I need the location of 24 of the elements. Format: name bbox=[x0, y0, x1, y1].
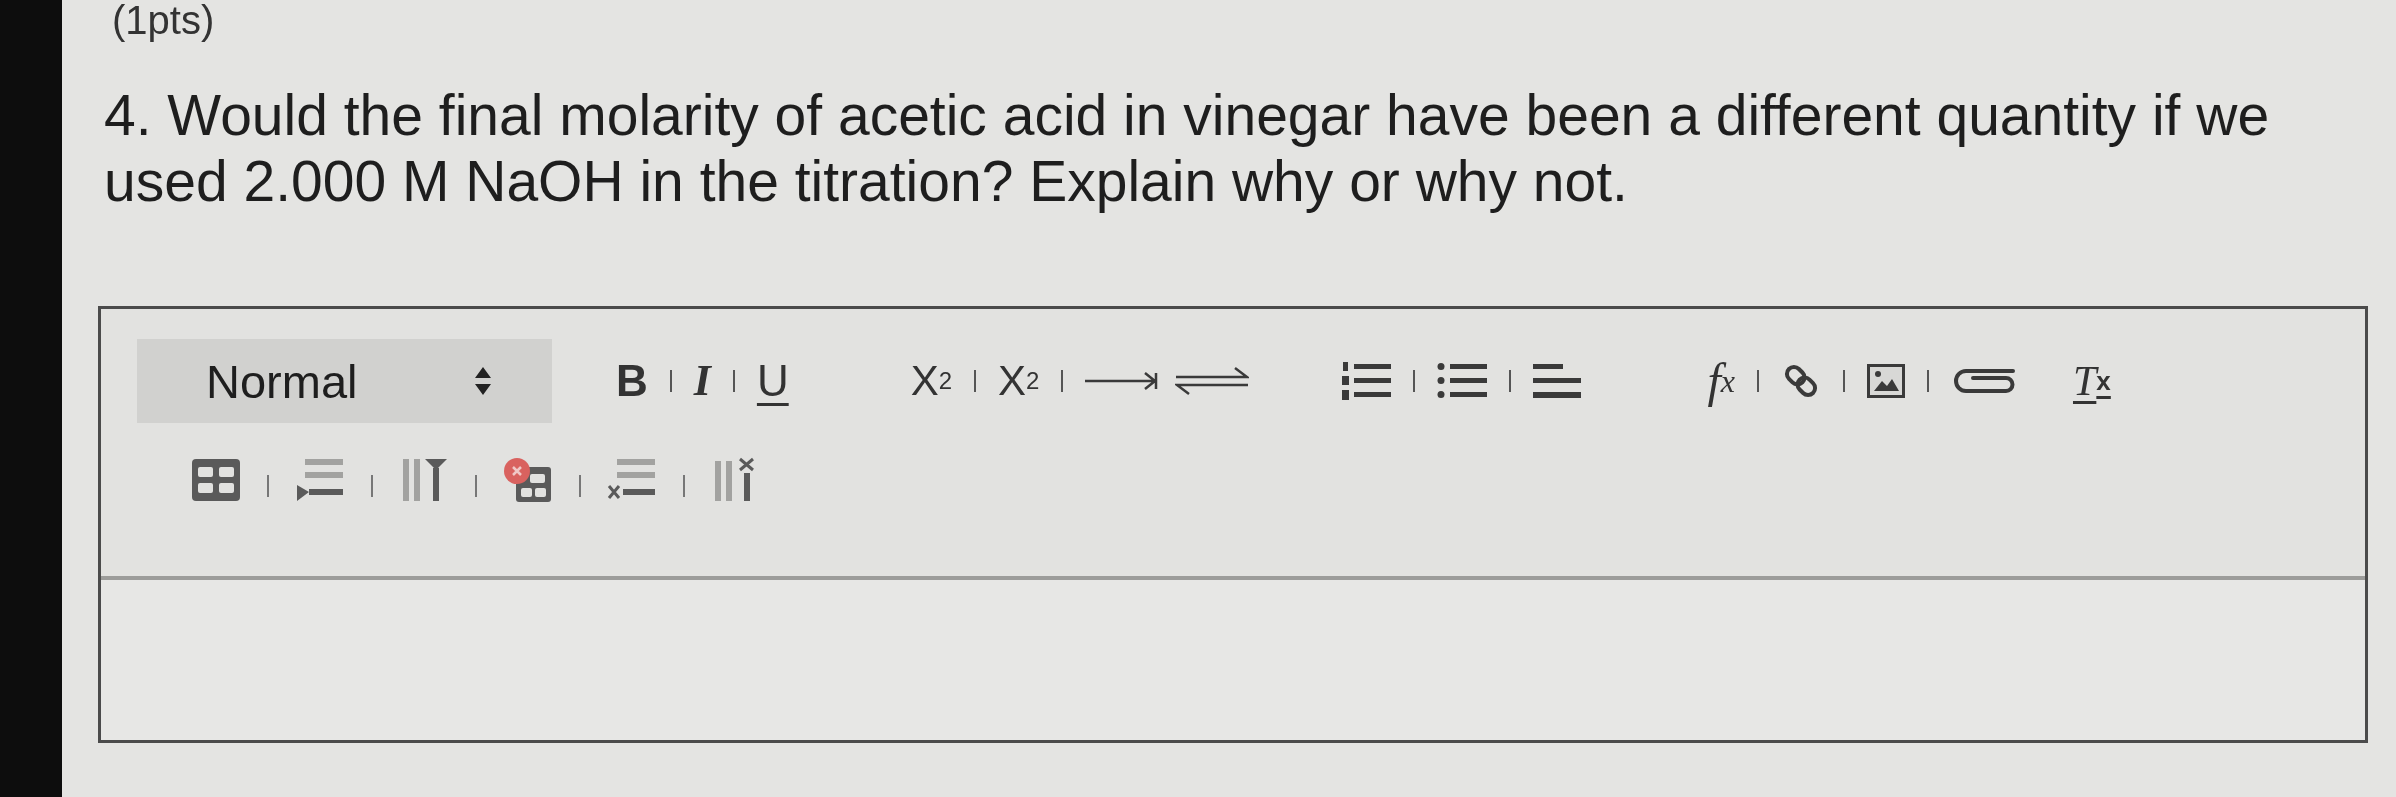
delete-table-icon bbox=[503, 457, 553, 503]
double-harpoon-icon bbox=[1175, 367, 1250, 395]
bold-button[interactable]: B bbox=[614, 359, 650, 403]
answer-field[interactable] bbox=[101, 580, 2365, 740]
image-button[interactable] bbox=[1865, 364, 1907, 398]
numbered-list-button[interactable] bbox=[1339, 361, 1394, 401]
superscript-button[interactable]: X$^{2}$ bbox=[996, 360, 1042, 402]
bullet-list-button[interactable] bbox=[1435, 361, 1490, 401]
arrow-to-bar-icon bbox=[1085, 370, 1160, 392]
image-icon bbox=[1867, 364, 1905, 398]
up-down-caret-icon bbox=[474, 367, 492, 395]
align-lines-icon bbox=[1533, 361, 1582, 401]
question-text: 4. Would the final molarity of acetic acid in vinegar have been a different quantity if we used 2.000 M NaOH in the titration? Explain why or why not. bbox=[104, 82, 2271, 214]
table-button[interactable] bbox=[189, 457, 243, 503]
equilibrium-button[interactable] bbox=[1173, 367, 1252, 395]
bullet-list-icon bbox=[1437, 361, 1488, 401]
points-label: (1pts) bbox=[112, 0, 215, 40]
underline-button[interactable]: U bbox=[754, 359, 791, 403]
insert-row-icon bbox=[295, 457, 345, 503]
align-button[interactable] bbox=[1531, 361, 1584, 401]
format-select[interactable]: Normal bbox=[137, 339, 552, 423]
numbered-list-icon bbox=[1341, 361, 1392, 401]
table-icon bbox=[191, 457, 241, 503]
italic-button[interactable]: I bbox=[691, 359, 713, 403]
